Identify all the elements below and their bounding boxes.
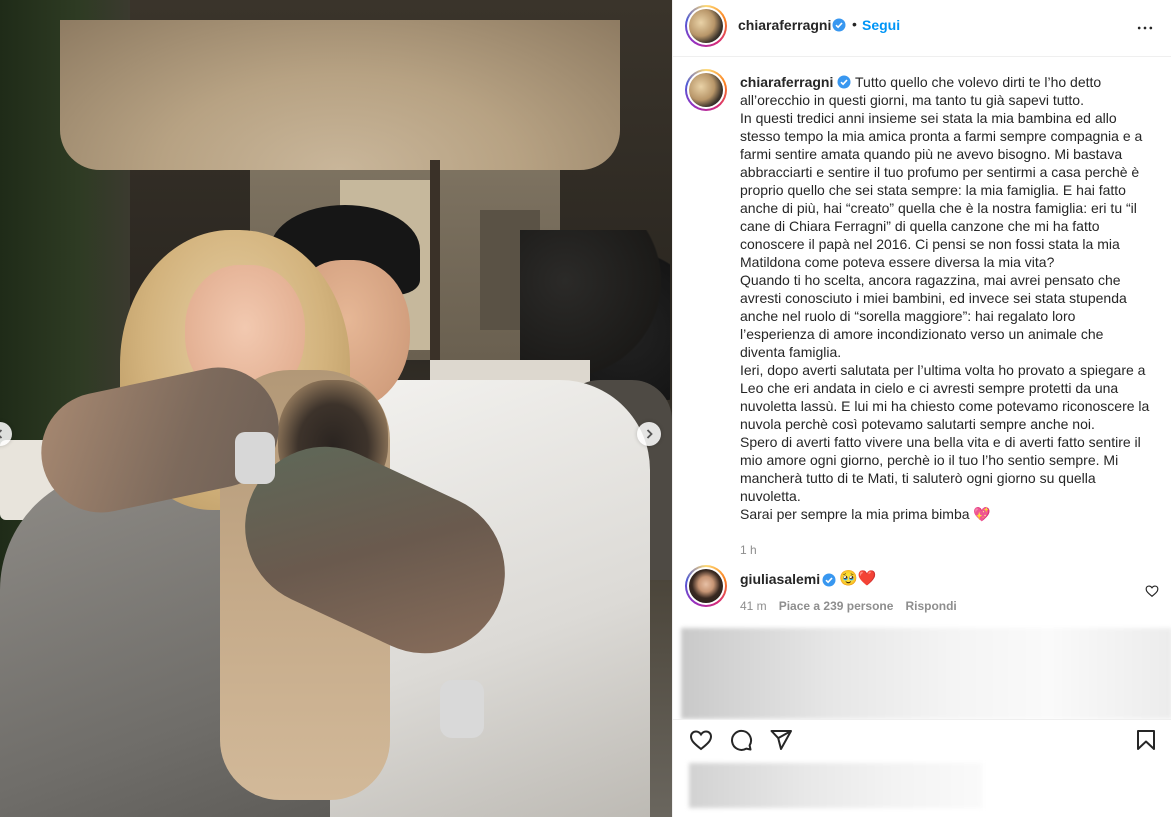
avatar-image (689, 569, 723, 603)
reply-button[interactable]: Rispondi (905, 599, 956, 613)
verified-badge-icon (832, 18, 846, 32)
avatar-image (689, 73, 723, 107)
more-horizontal-icon (1137, 26, 1153, 30)
post-photo[interactable] (0, 0, 672, 817)
photo-watch (440, 680, 484, 738)
comment-likes[interactable]: Piace a 239 persone (779, 599, 894, 613)
header-username[interactable]: chiaraferragni (738, 17, 831, 33)
share-button[interactable] (769, 728, 795, 754)
avatar[interactable] (685, 5, 727, 47)
save-button[interactable] (1134, 728, 1160, 754)
paper-plane-icon (770, 730, 792, 750)
heart-icon (689, 730, 713, 751)
verified-badge-icon (837, 75, 851, 89)
follow-button[interactable]: Segui (862, 17, 900, 33)
comment-username[interactable]: giuliasalemi (740, 571, 820, 587)
blurred-likes-count (689, 763, 983, 808)
blurred-comment-preview (681, 628, 1171, 719)
comment-text: 🥹❤️ (839, 570, 877, 587)
caption-avatar[interactable] (685, 69, 727, 111)
comment-avatar[interactable] (685, 565, 727, 607)
chevron-right-icon (646, 429, 653, 439)
photo-umbrella (60, 20, 620, 170)
more-options-button[interactable] (1133, 16, 1157, 40)
comment-like-heart-icon[interactable] (1145, 584, 1159, 598)
post-header: chiaraferragni • Segui (673, 0, 1171, 57)
comment-button[interactable] (729, 728, 755, 754)
separator-dot: • (852, 16, 857, 32)
caption-timestamp[interactable]: 1 h (740, 543, 757, 557)
avatar-image (689, 9, 723, 43)
post-side-panel: chiaraferragni • Segui chiaraferragni Tu… (672, 0, 1171, 817)
comment-timestamp[interactable]: 41 m (740, 599, 767, 613)
photo-watch (235, 432, 275, 484)
next-photo-button[interactable] (637, 422, 661, 446)
photo-scene (0, 0, 672, 817)
caption-body: Tutto quello che volevo dirti te l’ho de… (740, 74, 1150, 522)
post-actions-bar (673, 719, 1171, 763)
comment-item: giuliasalemi 🥹❤️ 41 m Piace a 239 person… (673, 565, 1171, 615)
comment-bubble-icon (731, 729, 753, 751)
caption-text: chiaraferragni Tutto quello che volevo d… (740, 73, 1150, 523)
verified-badge-icon (822, 573, 836, 587)
like-button[interactable] (689, 728, 715, 754)
chevron-left-icon (0, 429, 3, 439)
caption-username[interactable]: chiaraferragni (740, 74, 833, 90)
comment-meta: 41 m Piace a 239 persone Rispondi (740, 599, 957, 613)
bookmark-icon (1137, 730, 1155, 750)
comments-area[interactable]: chiaraferragni Tutto quello che volevo d… (673, 57, 1171, 719)
